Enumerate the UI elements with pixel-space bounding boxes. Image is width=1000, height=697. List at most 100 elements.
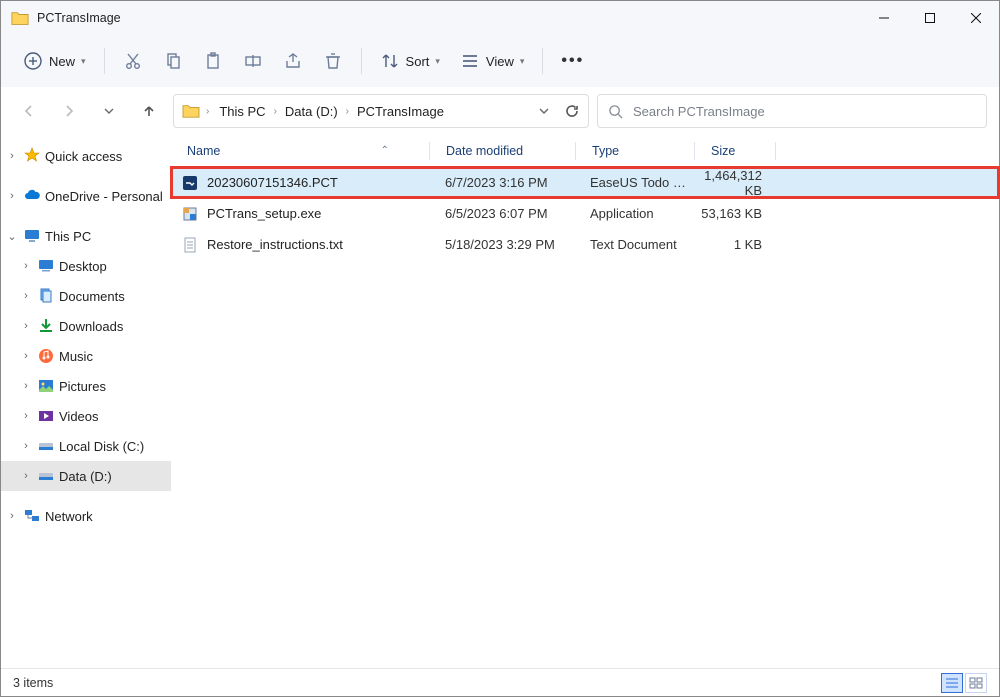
separator (361, 48, 362, 74)
forward-button[interactable] (53, 95, 85, 127)
cloud-icon (23, 187, 41, 205)
new-icon (23, 51, 43, 71)
tree-label: Documents (59, 289, 125, 304)
chevron-right-icon: › (5, 510, 19, 522)
new-button[interactable]: New ▾ (15, 43, 94, 79)
back-button[interactable] (13, 95, 45, 127)
address-bar[interactable]: › This PC › Data (D:) › PCTransImage (173, 94, 589, 128)
chevron-right-icon: › (5, 190, 19, 202)
copy-icon (163, 51, 183, 71)
details-view-button[interactable] (941, 673, 963, 693)
file-row[interactable]: Restore_instructions.txt 5/18/2023 3:29 … (171, 229, 999, 260)
paste-button[interactable] (195, 43, 231, 79)
large-icons-view-button[interactable] (965, 673, 987, 693)
network-icon (23, 507, 41, 525)
sort-indicator-icon: ⌃ (381, 145, 389, 156)
column-size[interactable]: Size (695, 144, 775, 158)
sort-button[interactable]: Sort ▾ (372, 43, 448, 79)
file-size: 53,163 KB (692, 206, 772, 221)
up-button[interactable] (133, 95, 165, 127)
breadcrumb-item[interactable]: PCTransImage (353, 102, 448, 121)
file-date: 6/7/2023 3:16 PM (429, 175, 574, 190)
rename-button[interactable] (235, 43, 271, 79)
maximize-button[interactable] (907, 1, 953, 35)
drive-icon (37, 467, 55, 485)
search-input[interactable]: Search PCTransImage (597, 94, 987, 128)
minimize-button[interactable] (861, 1, 907, 35)
file-name: PCTrans_setup.exe (207, 206, 321, 221)
tree-label: Pictures (59, 379, 106, 394)
desktop-icon (37, 257, 55, 275)
tree-label: Local Disk (C:) (59, 439, 144, 454)
breadcrumb: This PC › Data (D:) › PCTransImage (215, 102, 448, 121)
chevron-right-icon: › (5, 150, 19, 162)
chevron-right-icon: › (19, 320, 33, 332)
more-button[interactable]: ••• (553, 43, 592, 79)
column-date-modified[interactable]: Date modified (430, 144, 575, 158)
tree-music[interactable]: › Music (1, 341, 171, 371)
chevron-right-icon: › (206, 106, 209, 117)
close-button[interactable] (953, 1, 999, 35)
file-type: Application (574, 206, 692, 221)
tree-data-disk-d[interactable]: › Data (D:) (1, 461, 171, 491)
tree-quick-access[interactable]: › Quick access (1, 141, 171, 171)
breadcrumb-item[interactable]: Data (D:) (281, 102, 342, 121)
tree-label: Quick access (45, 149, 122, 164)
chevron-down-icon: ▾ (81, 56, 86, 67)
main-area: › Quick access › OneDrive - Personal ⌄ T… (1, 135, 999, 668)
status-bar: 3 items (1, 668, 999, 696)
file-size: 1,464,312 KB (692, 168, 772, 198)
title-bar: PCTransImage (1, 1, 999, 35)
videos-icon (37, 407, 55, 425)
tree-network[interactable]: › Network (1, 501, 171, 531)
tree-local-disk-c[interactable]: › Local Disk (C:) (1, 431, 171, 461)
chevron-down-icon: ▾ (520, 56, 525, 67)
file-date: 6/5/2023 6:07 PM (429, 206, 574, 221)
column-type[interactable]: Type (576, 144, 694, 158)
file-list: Name⌃ Date modified Type Size 2023060715… (171, 135, 999, 668)
toolbar: New ▾ Sort ▾ View ▾ ••• (1, 35, 999, 87)
cut-icon (123, 51, 143, 71)
tree-this-pc[interactable]: ⌄ This PC (1, 221, 171, 251)
file-name: Restore_instructions.txt (207, 237, 343, 252)
chevron-right-icon: › (346, 106, 349, 117)
sort-icon (380, 51, 400, 71)
column-name[interactable]: Name⌃ (171, 144, 429, 158)
chevron-right-icon: › (19, 380, 33, 392)
folder-icon (11, 10, 29, 26)
share-button[interactable] (275, 43, 311, 79)
chevron-right-icon: › (19, 440, 33, 452)
chevron-down-icon[interactable] (538, 105, 550, 117)
tree-documents[interactable]: › Documents (1, 281, 171, 311)
delete-button[interactable] (315, 43, 351, 79)
copy-button[interactable] (155, 43, 191, 79)
sort-label: Sort (406, 54, 430, 69)
tree-desktop[interactable]: › Desktop (1, 251, 171, 281)
view-button[interactable]: View ▾ (452, 43, 532, 79)
tree-onedrive[interactable]: › OneDrive - Personal (1, 181, 171, 211)
chevron-right-icon: › (274, 106, 277, 117)
tree-downloads[interactable]: › Downloads (1, 311, 171, 341)
file-row[interactable]: PCTrans_setup.exe 6/5/2023 6:07 PM Appli… (171, 198, 999, 229)
delete-icon (323, 51, 343, 71)
chevron-down-icon: ⌄ (5, 230, 19, 243)
file-row[interactable]: 20230607151346.PCT 6/7/2023 3:16 PM Ease… (171, 167, 999, 198)
tree-videos[interactable]: › Videos (1, 401, 171, 431)
breadcrumb-item[interactable]: This PC (215, 102, 269, 121)
file-date: 5/18/2023 3:29 PM (429, 237, 574, 252)
chevron-right-icon: › (19, 290, 33, 302)
separator (104, 48, 105, 74)
star-icon (23, 147, 41, 165)
pc-icon (23, 227, 41, 245)
tree-label: Desktop (59, 259, 107, 274)
exe-file-icon (181, 205, 199, 223)
recent-locations-button[interactable] (93, 95, 125, 127)
tree-label: OneDrive - Personal (45, 189, 163, 204)
folder-icon (182, 103, 200, 119)
drive-icon (37, 437, 55, 455)
window-title: PCTransImage (37, 11, 121, 25)
refresh-button[interactable] (564, 103, 580, 119)
cut-button[interactable] (115, 43, 151, 79)
tree-pictures[interactable]: › Pictures (1, 371, 171, 401)
chevron-right-icon: › (19, 350, 33, 362)
